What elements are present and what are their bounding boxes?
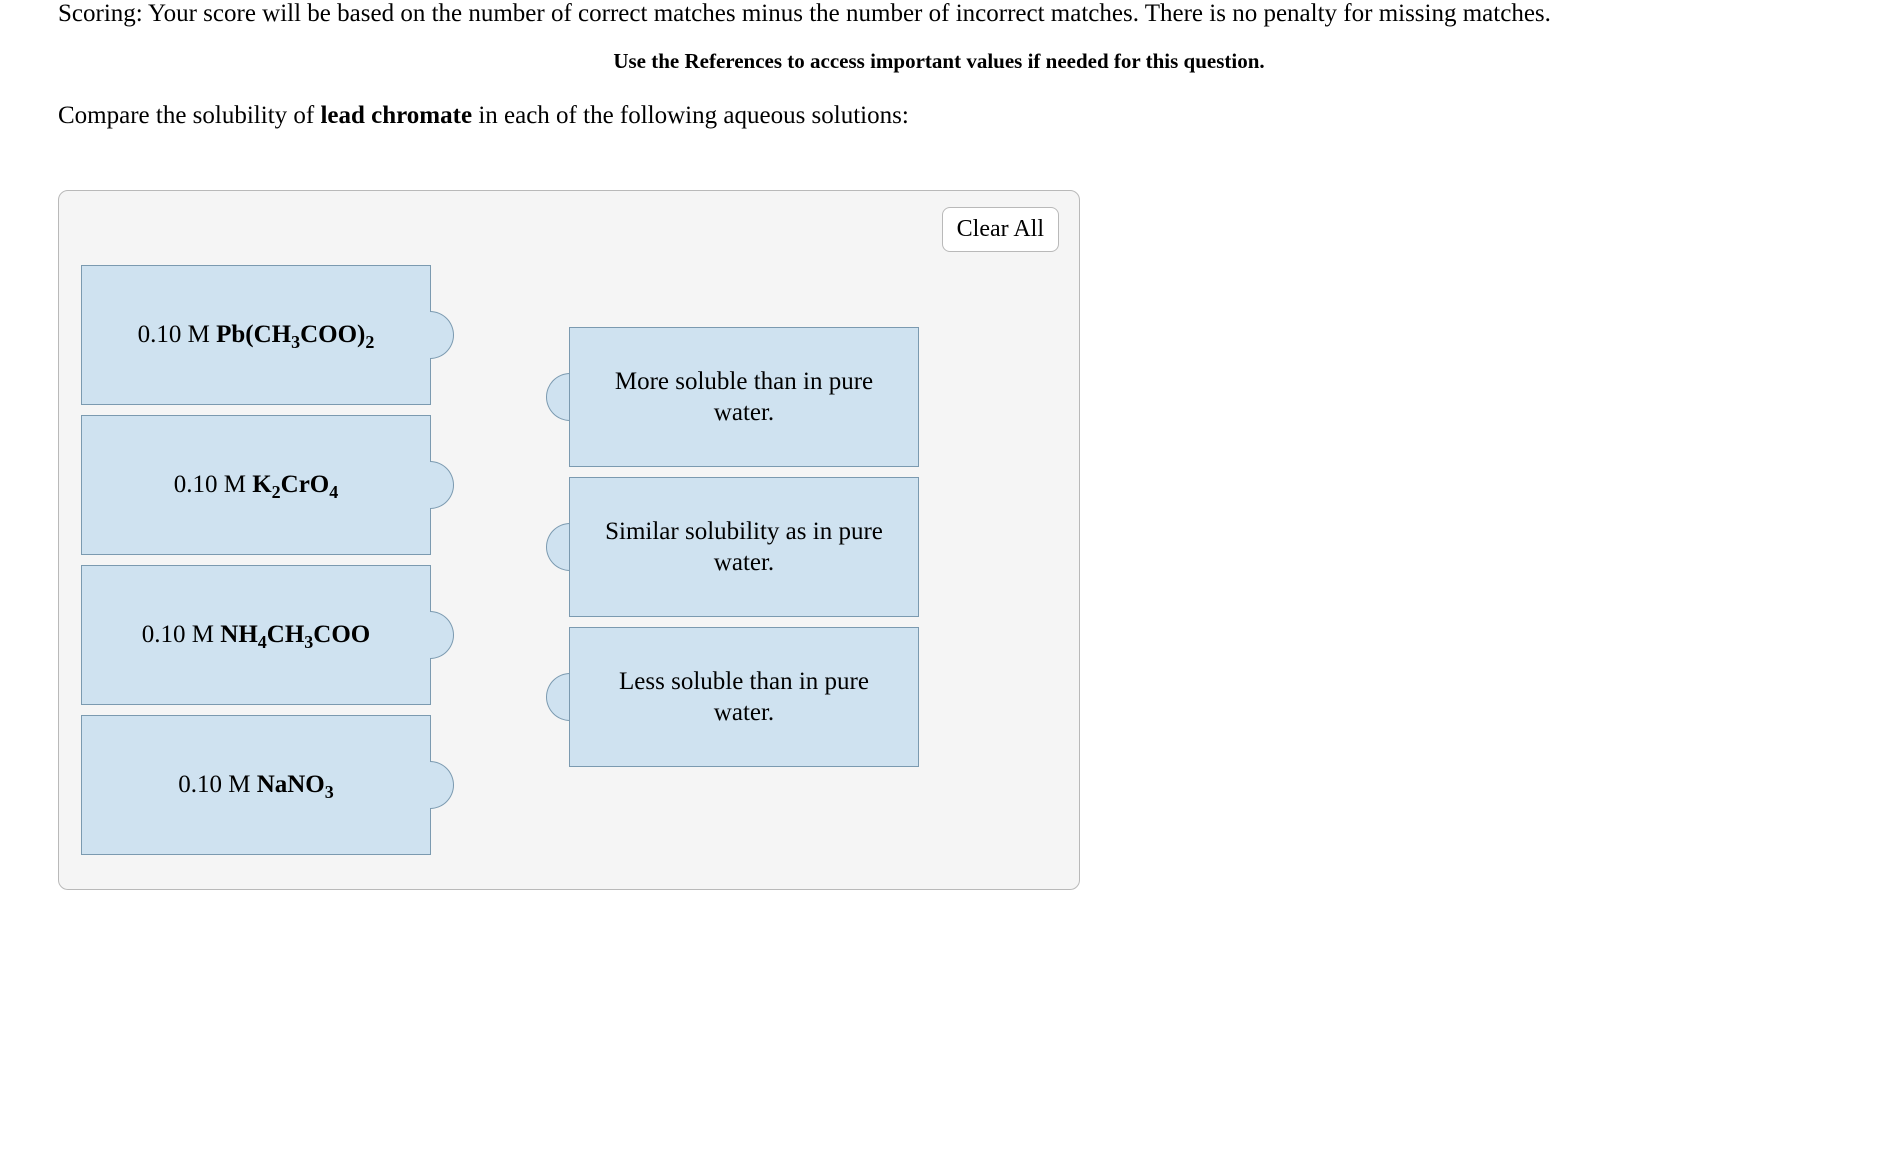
connector-left-icon [546,523,570,571]
target-label: More soluble than in pure water. [586,366,902,429]
target-label: Less soluble than in pure water. [586,666,902,729]
target-item[interactable]: More soluble than in pure water. [546,327,919,467]
source-item[interactable]: 0.10 M NaNO3 [81,715,454,855]
source-label: 0.10 M NaNO3 [178,769,334,800]
clear-all-button[interactable]: Clear All [942,207,1059,252]
prompt-post: in each of the following aqueous solutio… [472,102,909,129]
scoring-text: Scoring: Your score will be based on the… [58,0,1820,28]
prompt-bold: lead chromate [320,102,472,129]
connector-left-icon [546,673,570,721]
source-label: 0.10 M NH4CH3COO [142,619,370,650]
references-hint: Use the References to access important v… [58,49,1820,74]
connector-right-icon [430,311,454,359]
source-column: 0.10 M Pb(CH3COO)2 0.10 M K2CrO4 [81,265,454,855]
connector-right-icon [430,761,454,809]
source-label: 0.10 M K2CrO4 [174,469,339,500]
question-prompt: Compare the solubility of lead chromate … [58,102,1820,130]
connector-left-icon [546,373,570,421]
matching-panel: Clear All 0.10 M Pb(CH3COO)2 0.10 M K2Cr… [58,190,1080,890]
target-item[interactable]: Less soluble than in pure water. [546,627,919,767]
connector-right-icon [430,611,454,659]
source-item[interactable]: 0.10 M NH4CH3COO [81,565,454,705]
source-item[interactable]: 0.10 M K2CrO4 [81,415,454,555]
target-column: More soluble than in pure water. Similar… [546,327,919,767]
prompt-pre: Compare the solubility of [58,102,320,129]
source-label: 0.10 M Pb(CH3COO)2 [138,319,375,350]
target-label: Similar solubility as in pure water. [586,516,902,579]
connector-right-icon [430,461,454,509]
source-item[interactable]: 0.10 M Pb(CH3COO)2 [81,265,454,405]
target-item[interactable]: Similar solubility as in pure water. [546,477,919,617]
